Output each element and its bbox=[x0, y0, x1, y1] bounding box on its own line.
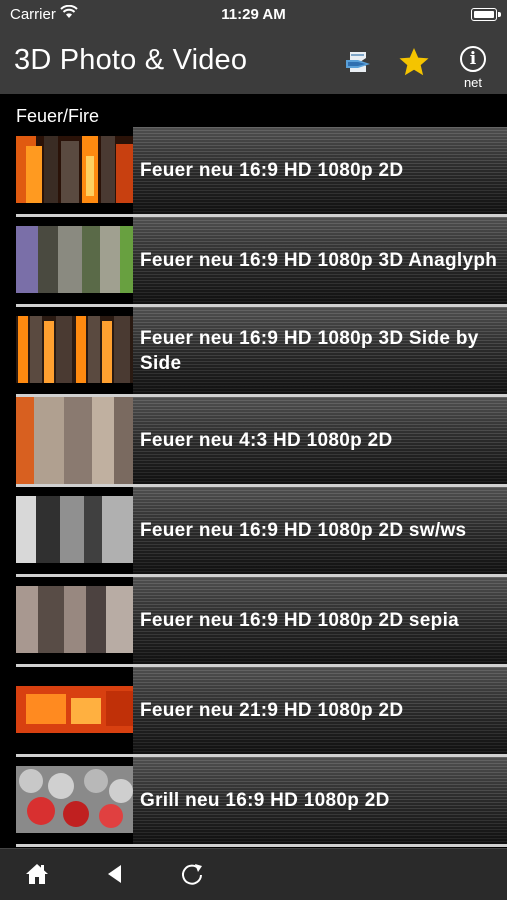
battery-tip bbox=[498, 12, 501, 17]
info-button[interactable]: i net bbox=[456, 46, 490, 90]
list-item-cell: Feuer neu 16:9 HD 1080p 2D sw/ws bbox=[133, 487, 507, 574]
list-item[interactable]: Feuer neu 16:9 HD 1080p 3D Side by Side bbox=[16, 307, 507, 394]
list-item-cell: Feuer neu 21:9 HD 1080p 2D bbox=[133, 667, 507, 754]
battery-icon bbox=[471, 8, 497, 21]
row-separator bbox=[16, 844, 507, 847]
list-item-cell: Feuer neu 4:3 HD 1080p 2D bbox=[133, 397, 507, 484]
video-thumbnail bbox=[16, 397, 133, 484]
list-item-cell: Feuer neu 16:9 HD 1080p 3D Anaglyph bbox=[133, 217, 507, 304]
home-button[interactable] bbox=[24, 861, 50, 887]
sepia-thumbnail-image bbox=[16, 586, 133, 653]
list-item-cell: Feuer neu 16:9 HD 1080p 3D Side by Side bbox=[133, 307, 507, 394]
fire-thumbnail-image bbox=[16, 136, 133, 203]
video-title: Feuer neu 16:9 HD 1080p 2D sepia bbox=[140, 610, 460, 631]
info-icon: i bbox=[460, 46, 486, 72]
reload-icon bbox=[182, 864, 202, 885]
video-thumbnail bbox=[16, 577, 133, 664]
list-item-cell: Grill neu 16:9 HD 1080p 2D bbox=[133, 757, 507, 844]
star-icon bbox=[399, 48, 429, 76]
video-title: Feuer neu 16:9 HD 1080p 3D Anaglyph bbox=[140, 250, 498, 271]
app-title: 3D Photo & Video bbox=[14, 44, 248, 76]
video-title: Grill neu 16:9 HD 1080p 2D bbox=[140, 790, 390, 811]
home-icon bbox=[26, 864, 48, 884]
back-icon bbox=[108, 865, 121, 883]
list-item-cell: Feuer neu 16:9 HD 1080p 2D sepia bbox=[133, 577, 507, 664]
fire-4-3-thumbnail-image bbox=[16, 397, 133, 484]
list-item[interactable]: Feuer neu 16:9 HD 1080p 2D sw/ws bbox=[16, 487, 507, 574]
share-button[interactable] bbox=[344, 50, 372, 74]
clock: 11:29 AM bbox=[221, 6, 286, 23]
video-thumbnail bbox=[16, 307, 133, 394]
grill-thumbnail-image bbox=[16, 766, 133, 833]
section-header: Feuer/Fire bbox=[16, 106, 100, 126]
video-title: Feuer neu 4:3 HD 1080p 2D bbox=[140, 430, 393, 451]
bottom-toolbar bbox=[0, 848, 507, 900]
share-icon bbox=[346, 52, 370, 72]
side-by-side-thumbnail-image bbox=[16, 316, 133, 383]
list-item[interactable]: Feuer neu 16:9 HD 1080p 2D bbox=[16, 127, 507, 214]
list-item[interactable]: Feuer neu 21:9 HD 1080p 2D bbox=[16, 667, 507, 754]
video-title: Feuer neu 16:9 HD 1080p 3D Side by Side bbox=[140, 327, 479, 374]
video-thumbnail bbox=[16, 667, 133, 754]
back-button[interactable] bbox=[103, 861, 129, 887]
reload-button[interactable] bbox=[179, 861, 205, 887]
video-title: Feuer neu 16:9 HD 1080p 2D sw/ws bbox=[140, 520, 467, 541]
video-thumbnail bbox=[16, 217, 133, 304]
video-thumbnail bbox=[16, 487, 133, 574]
list-item[interactable]: Feuer neu 16:9 HD 1080p 2D sepia bbox=[16, 577, 507, 664]
list-item[interactable]: Grill neu 16:9 HD 1080p 2D bbox=[16, 757, 507, 844]
list-item[interactable]: Feuer neu 4:3 HD 1080p 2D bbox=[16, 397, 507, 484]
fire-21-9-thumbnail-image bbox=[16, 676, 133, 743]
video-title: Feuer neu 21:9 HD 1080p 2D bbox=[140, 700, 404, 721]
video-title: Feuer neu 16:9 HD 1080p 2D bbox=[140, 160, 404, 181]
anaglyph-thumbnail-image bbox=[16, 226, 133, 293]
video-thumbnail bbox=[16, 127, 133, 214]
info-sublabel: net bbox=[463, 75, 483, 90]
status-bar: Carrier 11:29 AM bbox=[0, 0, 507, 30]
list-item-cell: Feuer neu 16:9 HD 1080p 2D bbox=[133, 127, 507, 214]
video-thumbnail bbox=[16, 757, 133, 844]
list-item[interactable]: Feuer neu 16:9 HD 1080p 3D Anaglyph bbox=[16, 217, 507, 304]
favorites-button[interactable] bbox=[398, 46, 430, 78]
bw-thumbnail-image bbox=[16, 496, 133, 563]
nav-bar: 3D Photo & Video i net bbox=[0, 30, 507, 94]
